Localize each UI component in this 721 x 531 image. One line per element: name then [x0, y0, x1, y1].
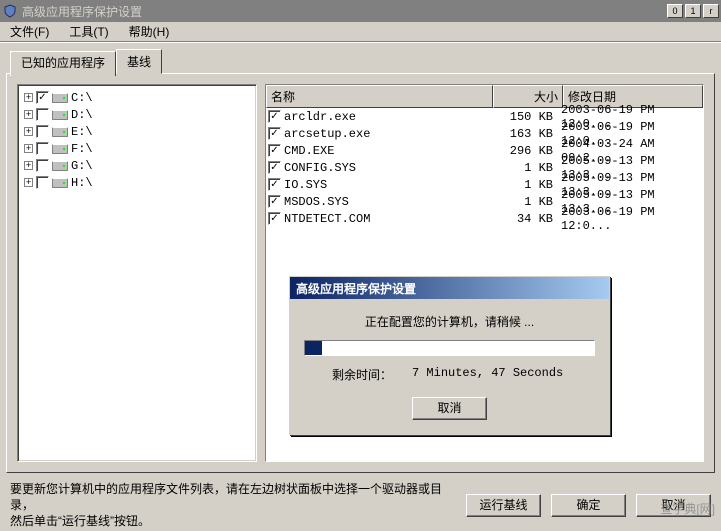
- time-value: 7 Minutes, 47 Seconds: [412, 366, 563, 383]
- progress-bar: [304, 340, 595, 356]
- dialog-cancel-button[interactable]: 取消: [412, 397, 487, 420]
- watermark: 查字典[网]: [660, 500, 715, 517]
- drive-label: G:\: [71, 159, 93, 173]
- menu-tools[interactable]: 工具(T): [63, 21, 114, 42]
- file-name: MSDOS.SYS: [284, 195, 491, 209]
- dialog-title: 高级应用程序保护设置: [292, 280, 607, 297]
- bottom-bar: 要更新您计算机中的应用程序文件列表，请在左边树状面板中选择一个驱动器或目录， 然…: [6, 479, 715, 531]
- run-baseline-button[interactable]: 运行基线: [466, 494, 541, 517]
- expand-icon[interactable]: +: [24, 161, 33, 170]
- dialog-message: 正在配置您的计算机，请稍候 ...: [304, 313, 595, 330]
- file-checkbox[interactable]: [268, 212, 281, 225]
- menu-file[interactable]: 文件(F): [4, 21, 55, 42]
- expand-icon[interactable]: +: [24, 144, 33, 153]
- drive-icon: [52, 144, 68, 154]
- file-size: 1 KB: [491, 178, 561, 192]
- file-name: CMD.EXE: [284, 144, 491, 158]
- hint-text: 要更新您计算机中的应用程序文件列表，请在左边树状面板中选择一个驱动器或目录， 然…: [10, 481, 456, 529]
- hint-line-2: 然后单击“运行基线”按钮。: [10, 513, 456, 529]
- file-size: 296 KB: [491, 144, 561, 158]
- col-header-size[interactable]: 大小: [493, 85, 563, 108]
- drive-checkbox[interactable]: [36, 108, 49, 121]
- menu-bar: 文件(F) 工具(T) 帮助(H): [0, 22, 721, 42]
- dialog-titlebar[interactable]: 高级应用程序保护设置: [290, 277, 609, 299]
- file-checkbox[interactable]: [268, 110, 281, 123]
- expand-icon[interactable]: +: [24, 93, 33, 102]
- drive-label: C:\: [71, 91, 93, 105]
- app-icon: [2, 3, 18, 19]
- time-remaining-row: 剩余时间： 7 Minutes, 47 Seconds: [304, 366, 595, 383]
- tree-item[interactable]: + E:\: [20, 123, 254, 140]
- drive-icon: [52, 161, 68, 171]
- file-date: 2003-06-19 PM 12:0...: [561, 205, 701, 233]
- maximize-button[interactable]: 1: [685, 4, 701, 18]
- file-checkbox[interactable]: [268, 178, 281, 191]
- tab-strip: 已知的应用程序 基线: [10, 48, 715, 73]
- file-checkbox[interactable]: [268, 144, 281, 157]
- col-header-name[interactable]: 名称: [266, 85, 493, 108]
- ok-button[interactable]: 确定: [551, 494, 626, 517]
- drive-checkbox[interactable]: [36, 142, 49, 155]
- file-name: CONFIG.SYS: [284, 161, 491, 175]
- hint-line-1: 要更新您计算机中的应用程序文件列表，请在左边树状面板中选择一个驱动器或目录，: [10, 481, 456, 513]
- time-label: 剩余时间：: [332, 366, 392, 383]
- tree-item[interactable]: + G:\: [20, 157, 254, 174]
- progress-fill: [305, 341, 322, 355]
- menu-help[interactable]: 帮助(H): [123, 21, 176, 42]
- drive-checkbox[interactable]: [36, 125, 49, 138]
- window-titlebar: 高级应用程序保护设置 0 1 r: [0, 0, 721, 22]
- tree-item[interactable]: + D:\: [20, 106, 254, 123]
- drive-checkbox[interactable]: [36, 159, 49, 172]
- tree-item[interactable]: + C:\: [20, 89, 254, 106]
- file-size: 163 KB: [491, 127, 561, 141]
- drive-icon: [52, 178, 68, 188]
- drive-checkbox[interactable]: [36, 176, 49, 189]
- drive-icon: [52, 127, 68, 137]
- drive-label: D:\: [71, 108, 93, 122]
- file-checkbox[interactable]: [268, 195, 281, 208]
- file-checkbox[interactable]: [268, 161, 281, 174]
- drive-label: H:\: [71, 176, 93, 190]
- file-name: IO.SYS: [284, 178, 491, 192]
- minimize-button[interactable]: 0: [667, 4, 683, 18]
- drive-label: F:\: [71, 142, 93, 156]
- tab-known-apps[interactable]: 已知的应用程序: [10, 51, 116, 76]
- window-title: 高级应用程序保护设置: [22, 3, 667, 20]
- tree-item[interactable]: + F:\: [20, 140, 254, 157]
- drive-tree[interactable]: + C:\ + D:\ + E:\ + F:\ + G:\ + H:\: [17, 84, 257, 462]
- file-size: 1 KB: [491, 161, 561, 175]
- close-button[interactable]: r: [703, 4, 719, 18]
- file-name: arcldr.exe: [284, 110, 491, 124]
- file-size: 34 KB: [491, 212, 561, 226]
- drive-label: E:\: [71, 125, 93, 139]
- expand-icon[interactable]: +: [24, 127, 33, 136]
- file-name: NTDETECT.COM: [284, 212, 491, 226]
- drive-checkbox[interactable]: [36, 91, 49, 104]
- file-name: arcsetup.exe: [284, 127, 491, 141]
- file-checkbox[interactable]: [268, 127, 281, 140]
- expand-icon[interactable]: +: [24, 178, 33, 187]
- drive-icon: [52, 93, 68, 103]
- file-size: 150 KB: [491, 110, 561, 124]
- list-row[interactable]: NTDETECT.COM34 KB2003-06-19 PM 12:0...: [266, 210, 703, 227]
- expand-icon[interactable]: +: [24, 110, 33, 119]
- tree-item[interactable]: + H:\: [20, 174, 254, 191]
- tab-baseline[interactable]: 基线: [116, 49, 162, 74]
- drive-icon: [52, 110, 68, 120]
- file-size: 1 KB: [491, 195, 561, 209]
- progress-dialog: 高级应用程序保护设置 正在配置您的计算机，请稍候 ... 剩余时间： 7 Min…: [289, 276, 610, 435]
